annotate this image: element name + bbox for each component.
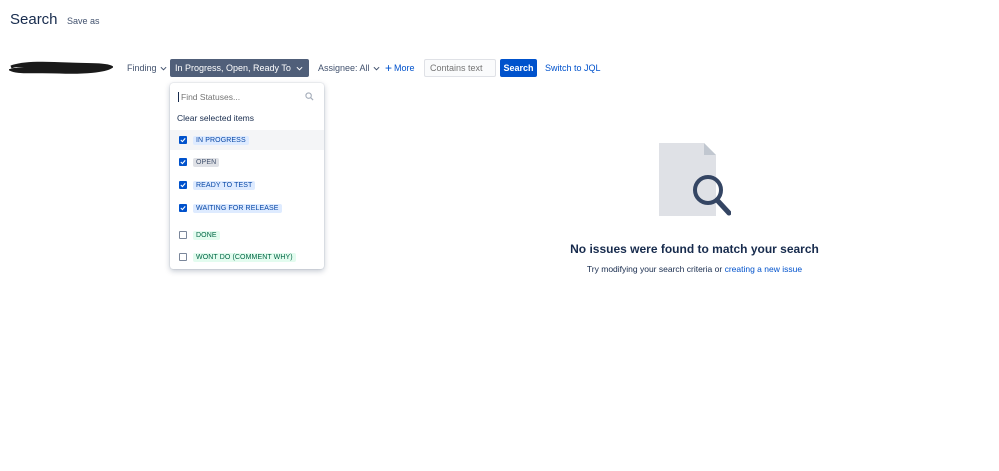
save-as-link[interactable]: Save as bbox=[67, 16, 100, 26]
checkbox-unchecked[interactable] bbox=[179, 231, 187, 239]
page-title: Search bbox=[10, 11, 58, 28]
more-filters-button[interactable]: + More bbox=[385, 59, 415, 77]
switch-to-jql-link[interactable]: Switch to JQL bbox=[545, 59, 601, 77]
project-filter[interactable]: Finding bbox=[127, 59, 167, 77]
status-lozenge: DONE bbox=[193, 230, 220, 240]
more-filters-label: More bbox=[394, 63, 415, 73]
no-results-icon bbox=[659, 143, 731, 216]
status-option-in-progress[interactable]: IN PROGRESS bbox=[170, 130, 324, 150]
empty-state-title: No issues were found to match your searc… bbox=[570, 242, 819, 256]
status-lozenge: WAITING FOR RELEASE bbox=[193, 203, 282, 213]
project-filter-label: Finding bbox=[127, 63, 157, 73]
status-lozenge: OPEN bbox=[193, 157, 220, 167]
find-statuses-box bbox=[178, 89, 318, 104]
assignee-filter[interactable]: Assignee: All bbox=[318, 59, 380, 77]
status-option-ready-to-test[interactable]: READY TO TEST bbox=[170, 175, 324, 195]
checkbox-checked[interactable] bbox=[179, 204, 187, 212]
filter-bar: Finding In Progress, Open, Ready To Te..… bbox=[0, 59, 999, 77]
empty-state-text: Try modifying your search criteria or bbox=[586, 264, 723, 274]
checkbox-checked[interactable] bbox=[179, 136, 187, 144]
chevron-down-icon bbox=[373, 66, 380, 71]
search-icon bbox=[305, 92, 314, 101]
plus-icon: + bbox=[385, 61, 393, 75]
checkmark-icon bbox=[180, 138, 186, 143]
chevron-down-icon bbox=[296, 66, 303, 71]
chevron-down-icon bbox=[160, 66, 167, 71]
create-issue-link[interactable]: creating a new issue bbox=[725, 264, 803, 274]
checkmark-icon bbox=[180, 183, 186, 188]
status-lozenge: READY TO TEST bbox=[193, 180, 256, 190]
clear-selected-items[interactable]: Clear selected items bbox=[177, 113, 254, 123]
search-button[interactable]: Search bbox=[500, 59, 537, 77]
empty-state-subtitle: Try modifying your search criteria or cr… bbox=[0, 264, 999, 274]
checkbox-checked[interactable] bbox=[179, 181, 187, 189]
status-option-waiting-for-release[interactable]: WAITING FOR RELEASE bbox=[170, 198, 324, 218]
status-filter-label: In Progress, Open, Ready To Te... bbox=[175, 63, 293, 73]
text-search-input[interactable] bbox=[424, 59, 496, 77]
assignee-filter-label: Assignee: All bbox=[318, 63, 370, 73]
find-statuses-input[interactable] bbox=[178, 91, 298, 102]
checkbox-checked[interactable] bbox=[179, 158, 187, 166]
status-filter[interactable]: In Progress, Open, Ready To Te... bbox=[170, 59, 309, 77]
status-lozenge: IN PROGRESS bbox=[193, 135, 249, 145]
checkmark-icon bbox=[180, 160, 186, 165]
status-option-open[interactable]: OPEN bbox=[170, 152, 324, 172]
checkmark-icon bbox=[180, 206, 186, 211]
